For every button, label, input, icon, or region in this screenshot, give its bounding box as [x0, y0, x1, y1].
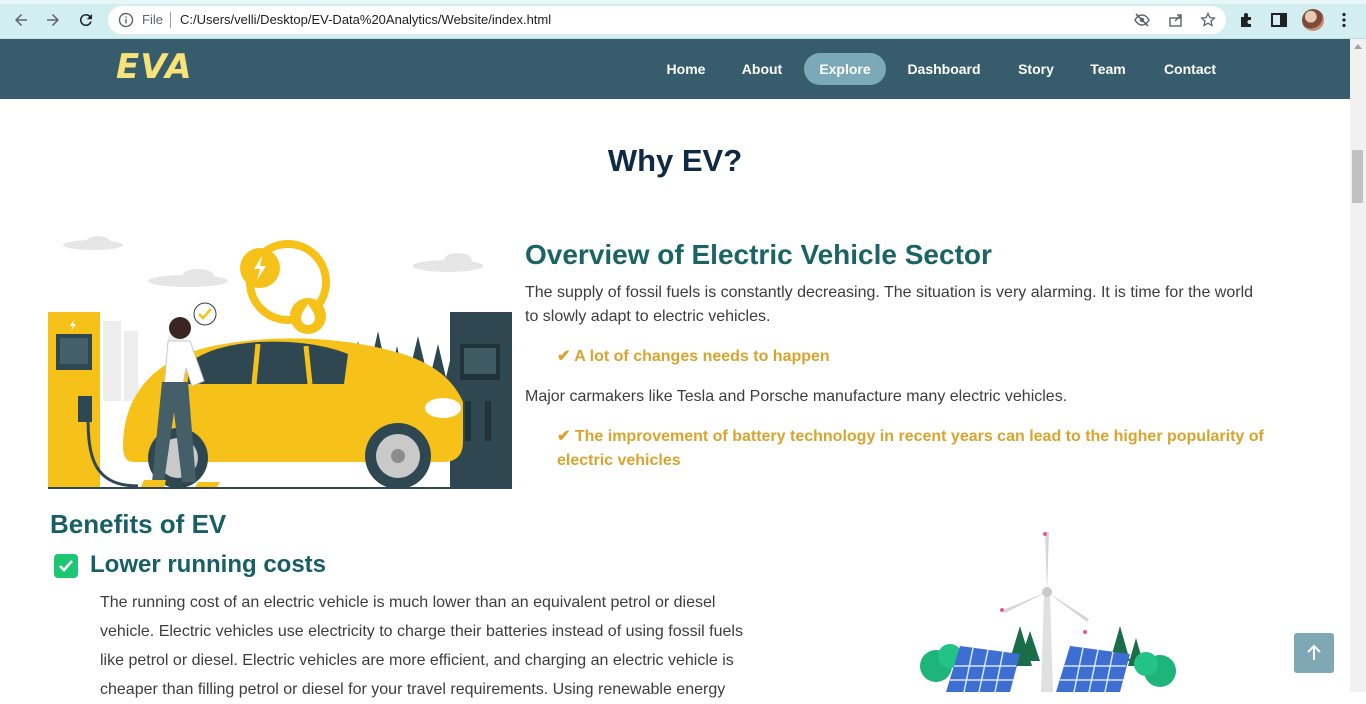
overview-paragraph-line1: The supply of fossil fuels is constantly…	[525, 284, 1254, 301]
scrollbar-thumb[interactable]	[1352, 150, 1363, 203]
site-header: EVA Home About Explore Dashboard Story T…	[0, 39, 1350, 99]
tab-strip-edge	[0, 0, 1366, 4]
browser-toolbar: File C:/Users/velli/Desktop/EV-Data%20An…	[0, 0, 1366, 39]
body-line: like petrol or diesel. Electric vehicles…	[100, 652, 734, 669]
nav-contact[interactable]: Contact	[1152, 53, 1228, 85]
body-line: cheaper than filling petrol or diesel fo…	[100, 681, 726, 698]
page-title: Why EV?	[607, 143, 743, 178]
wind-solar-illustration	[920, 532, 1176, 692]
menu-icon[interactable]	[1335, 11, 1353, 29]
check-icon	[54, 554, 78, 578]
arrow-up-icon	[1307, 644, 1321, 660]
url-separator	[170, 12, 171, 28]
lower-running-costs-text: The running cost of an electric vehicle …	[100, 588, 800, 704]
star-icon[interactable]	[1200, 12, 1216, 28]
highlight-battery-line1: ✔ The improvement of battery technology …	[557, 428, 1264, 445]
highlight-changes: ✔ A lot of changes needs to happen	[557, 348, 830, 365]
scroll-up-arrow[interactable]	[1354, 44, 1362, 49]
overview-paragraph-line2: to slowly adapt to electric vehicles.	[525, 308, 771, 325]
body-line: The running cost of an electric vehicle …	[100, 594, 716, 611]
share-icon[interactable]	[1168, 12, 1184, 28]
page-scrollbar[interactable]	[1350, 39, 1366, 692]
back-icon[interactable]	[10, 9, 32, 31]
benefits-heading: Benefits of EV	[50, 509, 227, 539]
address-bar[interactable]: File C:/Users/velli/Desktop/EV-Data%20An…	[108, 6, 1226, 34]
nav-explore[interactable]: Explore	[804, 53, 886, 85]
reload-icon[interactable]	[75, 9, 97, 31]
nav-about[interactable]: About	[730, 53, 794, 85]
nav-home[interactable]: Home	[655, 53, 717, 85]
back-to-top-button[interactable]	[1294, 633, 1334, 673]
url-text[interactable]: C:/Users/velli/Desktop/EV-Data%20Analyti…	[180, 12, 551, 28]
protocol-label: File	[142, 12, 163, 27]
highlight-battery-line2: electric vehicles	[557, 452, 681, 469]
body-line: vehicle. Electric vehicles use electrici…	[100, 623, 743, 640]
nav-story[interactable]: Story	[1006, 53, 1066, 85]
extensions-icon[interactable]	[1238, 11, 1256, 29]
profile-avatar[interactable]	[1302, 9, 1324, 31]
sidebar-icon[interactable]	[1270, 11, 1288, 29]
eye-off-icon[interactable]	[1134, 12, 1150, 28]
overview-heading: Overview of Electric Vehicle Sector	[525, 239, 992, 270]
forward-icon[interactable]	[42, 9, 64, 31]
site-logo[interactable]: EVA	[116, 47, 193, 87]
ev-charging-illustration	[48, 236, 512, 489]
nav-dashboard[interactable]: Dashboard	[896, 53, 992, 85]
carmakers-paragraph: Major carmakers like Tesla and Porsche m…	[525, 388, 1068, 405]
info-icon[interactable]	[118, 12, 134, 28]
nav-team[interactable]: Team	[1078, 53, 1138, 85]
lower-running-costs-heading: Lower running costs	[90, 551, 327, 578]
